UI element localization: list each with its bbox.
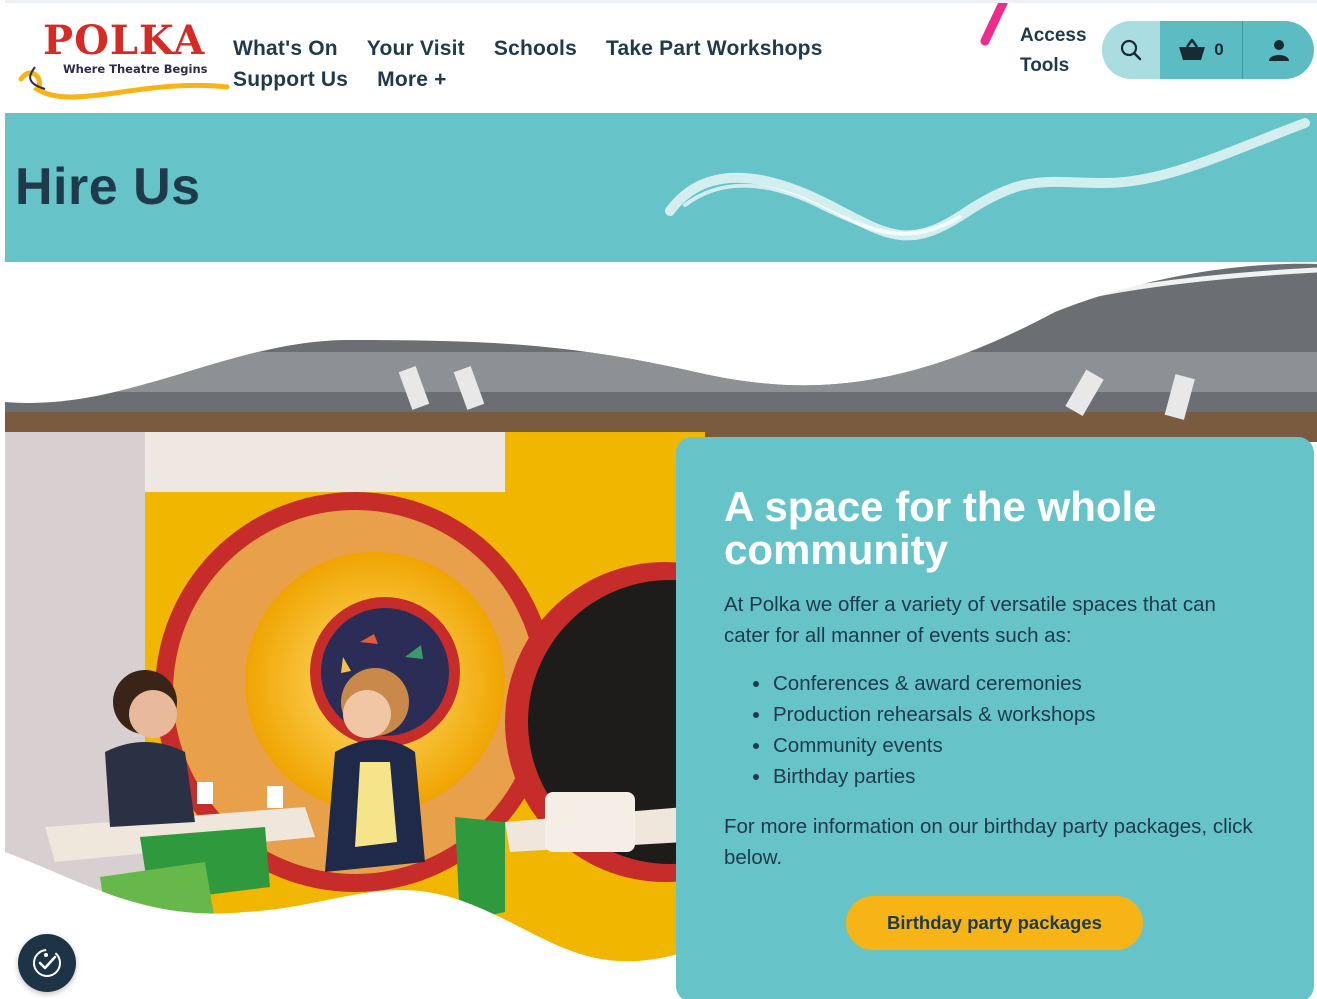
basket-button[interactable]: 0: [1160, 21, 1243, 79]
nav-more[interactable]: More +: [377, 68, 446, 92]
account-button[interactable]: [1243, 21, 1314, 79]
access-tools-line1: Access: [1020, 25, 1087, 46]
access-tools-line2: Tools: [1020, 55, 1070, 76]
hire-info-card: A space for the whole community At Polka…: [676, 437, 1314, 999]
search-icon: [1120, 39, 1142, 61]
basket-count: 0: [1214, 40, 1224, 59]
hero-banner: Hire Us: [5, 113, 1317, 262]
nav-row-primary: What's On Your Visit Schools Take Part W…: [233, 33, 913, 64]
nav-your-visit[interactable]: Your Visit: [367, 37, 465, 61]
page-title: Hire Us: [15, 158, 201, 216]
search-button[interactable]: [1102, 21, 1160, 79]
list-item: Production rehearsals & workshops: [753, 699, 1266, 730]
birthday-packages-button[interactable]: Birthday party packages: [846, 896, 1143, 950]
site-header: POLKA Where Theatre Begins What's On You…: [5, 0, 1317, 113]
nav-whats-on[interactable]: What's On: [233, 37, 338, 61]
list-item: Birthday parties: [753, 761, 1266, 792]
logo-tagline: Where Theatre Begins: [63, 62, 208, 76]
nav-schools[interactable]: Schools: [494, 37, 577, 61]
basket-icon: [1179, 38, 1206, 60]
polka-logo[interactable]: POLKA Where Theatre Begins: [15, 15, 230, 103]
user-icon: [1268, 40, 1289, 61]
nav-row-secondary: Support Us More +: [233, 64, 913, 95]
logo-wordmark: POLKA: [43, 17, 206, 64]
accessibility-widget-button[interactable]: [18, 934, 76, 992]
event-type-list: Conferences & award ceremonies Productio…: [753, 668, 1266, 792]
main-nav: What's On Your Visit Schools Take Part W…: [233, 33, 913, 95]
nav-take-part-workshops[interactable]: Take Part Workshops: [606, 37, 823, 61]
nav-support-us[interactable]: Support Us: [233, 68, 348, 92]
decorative-pink-stroke: [980, 3, 1008, 46]
hero-wave-decoration: [665, 118, 1310, 241]
accessibility-icon: [33, 949, 61, 977]
card-more-info: For more information on our birthday par…: [724, 815, 1253, 869]
access-tools-link[interactable]: Access Tools: [1020, 21, 1087, 81]
header-icon-group: 0: [1102, 21, 1314, 79]
list-item: Community events: [753, 730, 1266, 761]
list-item: Conferences & award ceremonies: [753, 668, 1266, 699]
card-intro: At Polka we offer a variety of versatile…: [724, 593, 1216, 647]
content-section: A space for the whole community At Polka…: [5, 262, 1317, 999]
card-title: A space for the whole community: [724, 483, 1157, 573]
